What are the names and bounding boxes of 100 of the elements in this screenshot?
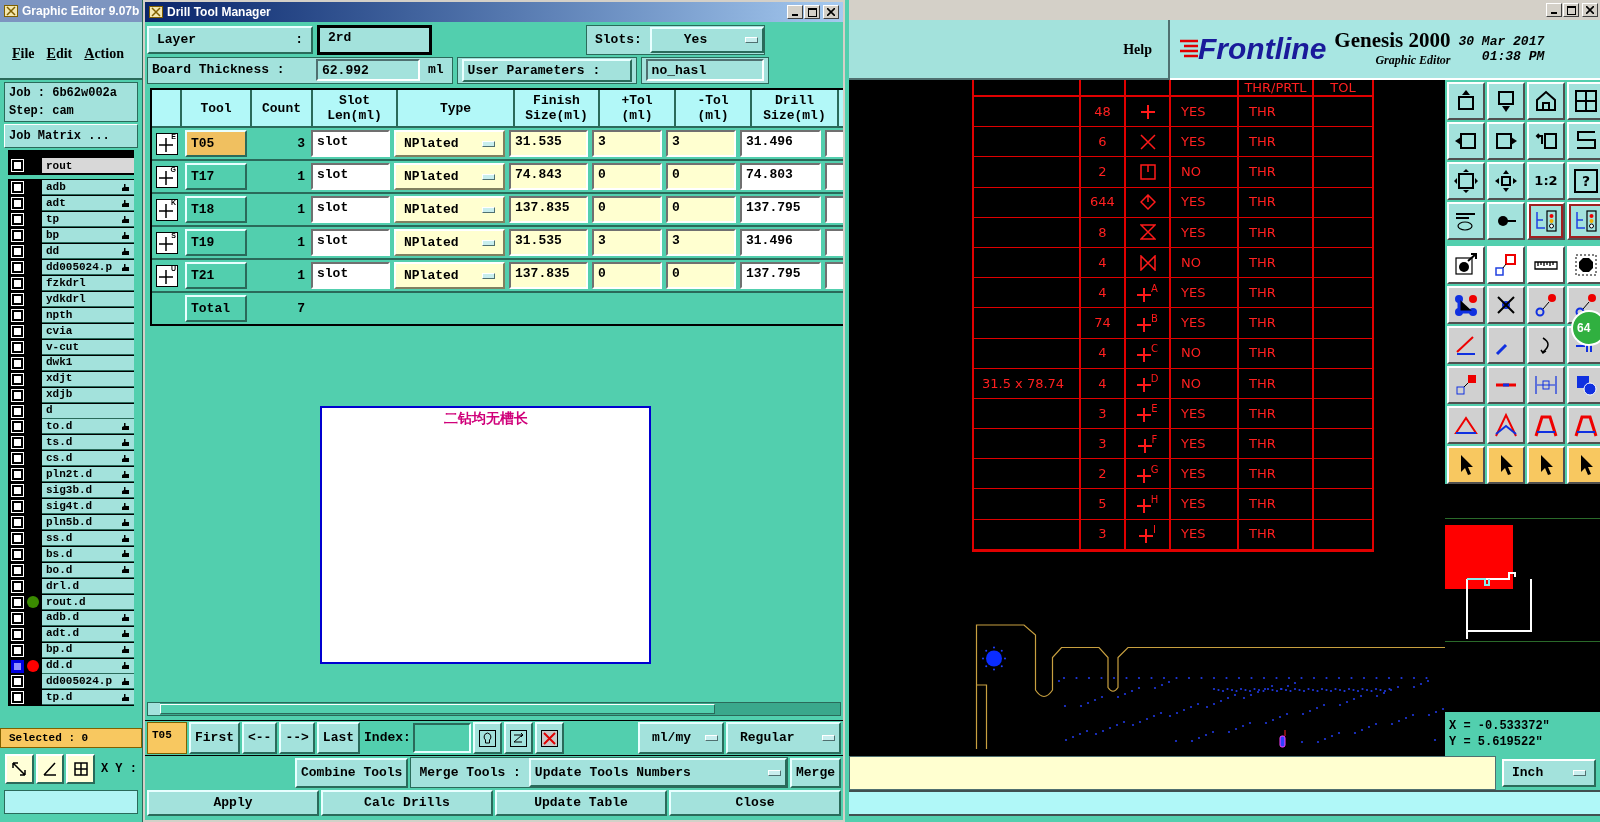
- checkbox[interactable]: [12, 596, 23, 608]
- slot-length-field[interactable]: slot: [311, 163, 390, 190]
- checkbox[interactable]: [12, 160, 23, 172]
- graphic-canvas[interactable]: THR/PRTL TOL 48 YES THR 6 YES THR 2 NO THR 644 YES THR 8 YES THR 4 NO THR 4 A YES THR 74 B YES THR 4 C NO THR 31.5 x 78.74 4 D NO THR 3 E YES THR 3 F YES THR 2 G YES THR 5 H YES THR 3 I YES THR: [849, 80, 1445, 756]
- job-matrix-button[interactable]: Job Matrix ...: [4, 124, 138, 148]
- checkbox[interactable]: [12, 501, 23, 513]
- minimize-button[interactable]: [1546, 3, 1562, 17]
- layer-item[interactable]: v-cut: [42, 339, 134, 355]
- arch-icon[interactable]: [1567, 406, 1600, 444]
- layer-item[interactable]: bo.d: [42, 562, 134, 578]
- slot-length-field[interactable]: slot: [311, 196, 390, 223]
- type-dropdown[interactable]: NPlated: [394, 262, 505, 289]
- move-arrows-icon[interactable]: [1487, 162, 1525, 200]
- layer-item[interactable]: bp.d: [42, 642, 134, 658]
- checkbox[interactable]: [12, 341, 23, 353]
- layer-item[interactable]: tp: [42, 212, 134, 228]
- layer-item[interactable]: xdjb: [42, 387, 134, 403]
- checkbox[interactable]: [12, 357, 23, 369]
- plus-tolerance-field[interactable]: 0: [592, 163, 662, 190]
- mode-dropdown[interactable]: Regular: [726, 722, 841, 754]
- undo-box-icon[interactable]: [1527, 122, 1565, 160]
- checkbox[interactable]: [12, 325, 23, 337]
- box-arrow-left-icon[interactable]: [1447, 122, 1485, 160]
- layer-item[interactable]: tp.d: [42, 690, 134, 706]
- linked-squares-icon[interactable]: [1487, 246, 1525, 284]
- layer-item[interactable]: bs.d: [42, 546, 134, 562]
- checkbox[interactable]: [12, 293, 23, 305]
- plus-tolerance-field[interactable]: 3: [592, 130, 662, 157]
- checkbox[interactable]: [12, 437, 23, 449]
- refresh-icon[interactable]: [503, 722, 533, 754]
- drill-size-field[interactable]: 137.795: [740, 196, 821, 223]
- checkbox[interactable]: [12, 453, 23, 465]
- drill-size-field[interactable]: 137.795: [740, 262, 821, 289]
- checkbox[interactable]: [12, 612, 23, 624]
- navigation-button[interactable]: First: [189, 722, 240, 754]
- checkbox[interactable]: [12, 230, 23, 242]
- layer-item[interactable]: adb: [42, 180, 134, 196]
- tool-button[interactable]: T21: [185, 262, 247, 289]
- drill-size-field[interactable]: 74.803: [740, 163, 821, 190]
- checkbox[interactable]: [12, 278, 23, 289]
- checkbox[interactable]: [12, 373, 23, 385]
- connected-nodes-icon[interactable]: [1447, 286, 1485, 324]
- combine-tools-button[interactable]: Combine Tools: [295, 757, 409, 788]
- horizontal-scrollbar[interactable]: [147, 702, 841, 716]
- pointer-icon[interactable]: [1527, 446, 1565, 484]
- checkbox[interactable]: [12, 676, 23, 688]
- overlap-shapes-icon[interactable]: [1567, 366, 1600, 404]
- plus-tolerance-field[interactable]: 0: [592, 262, 662, 289]
- slot-length-field[interactable]: slot: [311, 262, 390, 289]
- action-button[interactable]: Close: [669, 790, 841, 816]
- units-dropdown[interactable]: ml/my: [638, 722, 724, 754]
- drill-size-field[interactable]: 31.496: [740, 229, 821, 256]
- checkbox[interactable]: [12, 692, 23, 704]
- checkbox[interactable]: [12, 469, 23, 481]
- tool-button[interactable]: T05: [185, 130, 247, 157]
- lightbulb-icon[interactable]: [472, 722, 502, 754]
- layer-item[interactable]: cs.d: [42, 451, 134, 467]
- tool-button[interactable]: T17: [185, 163, 247, 190]
- checkbox[interactable]: [12, 548, 23, 560]
- checkbox[interactable]: [12, 198, 23, 210]
- traffic-light-icon[interactable]: [1567, 202, 1600, 240]
- layer-item[interactable]: to.d: [42, 419, 134, 435]
- layer-item[interactable]: sig4t.d: [42, 499, 134, 515]
- layer-item[interactable]: sig3b.d: [42, 483, 134, 499]
- layer-item[interactable]: dd: [42, 244, 134, 260]
- layer-item[interactable]: dd.d: [42, 658, 134, 674]
- maximize-button[interactable]: [804, 5, 820, 19]
- ruler-icon[interactable]: [1527, 246, 1565, 284]
- layer-item[interactable]: npth: [42, 307, 134, 323]
- zigzag-icon[interactable]: [1567, 122, 1600, 160]
- finish-size-field[interactable]: 31.535: [509, 130, 588, 157]
- grid-icon[interactable]: [66, 754, 95, 784]
- layer-item[interactable]: dwk1: [42, 355, 134, 371]
- checkbox[interactable]: [12, 262, 23, 274]
- layer-item[interactable]: pln5b.d: [42, 515, 134, 531]
- checkbox[interactable]: [12, 389, 23, 401]
- layer-item[interactable]: pln2t.d: [42, 467, 134, 483]
- layer-item[interactable]: adb.d: [42, 610, 134, 626]
- menu-item[interactable]: Edit: [46, 43, 73, 64]
- checkbox[interactable]: [12, 182, 23, 194]
- type-dropdown[interactable]: NPlated: [394, 130, 505, 157]
- traffic-light-icon[interactable]: [1527, 202, 1565, 240]
- user-parameters-field[interactable]: no_hasl: [645, 59, 764, 81]
- layer-item[interactable]: rout.d: [42, 594, 134, 610]
- box-arrow-down-icon[interactable]: [1487, 82, 1525, 120]
- layer-field[interactable]: 2rd: [317, 25, 432, 55]
- finish-size-field[interactable]: 137.835: [509, 196, 588, 223]
- layer-item[interactable]: bp: [42, 228, 134, 244]
- checkbox[interactable]: [12, 580, 23, 592]
- action-button[interactable]: Update Table: [495, 790, 667, 816]
- layer-item[interactable]: rout: [42, 158, 134, 174]
- menu-item[interactable]: Action: [84, 43, 124, 64]
- checkbox[interactable]: [12, 533, 23, 544]
- type-dropdown[interactable]: NPlated: [394, 229, 505, 256]
- layer-item[interactable]: dd005024.p: [42, 674, 134, 690]
- checkbox[interactable]: [12, 485, 23, 497]
- layer-item[interactable]: drl.d: [42, 578, 134, 594]
- checkbox[interactable]: [12, 421, 23, 433]
- drill-size-field[interactable]: 31.496: [740, 130, 821, 157]
- minus-tolerance-field[interactable]: 3: [666, 130, 736, 157]
